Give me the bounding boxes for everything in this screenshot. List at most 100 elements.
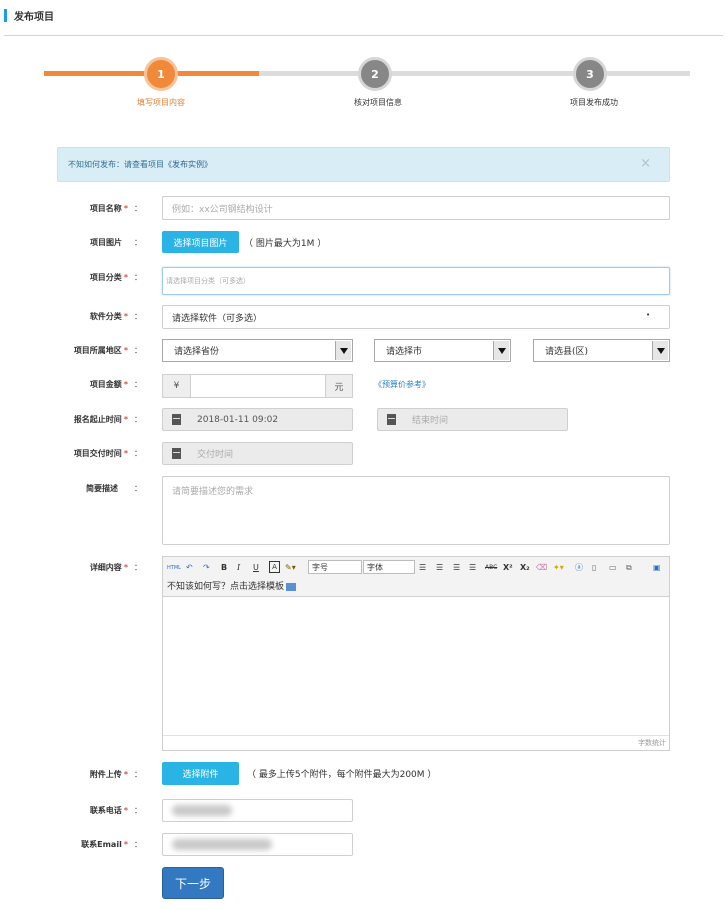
example-link[interactable]: 《发布实例》 xyxy=(164,160,212,169)
detail-label: 详细内容 * xyxy=(89,563,128,572)
anchor-icon[interactable]: ⓐ xyxy=(575,561,583,574)
step-2-label: 核对项目信息 xyxy=(354,98,402,107)
yuan-prefix: ¥ xyxy=(162,374,191,398)
software-label: 软件分类 * xyxy=(89,312,128,321)
colon: ： xyxy=(134,380,142,389)
summary-label: 简要描述 xyxy=(86,484,118,493)
calendar-icon xyxy=(387,414,396,425)
redacted-value xyxy=(172,805,232,816)
template-icon xyxy=(286,582,297,591)
underline-icon[interactable]: U xyxy=(253,561,259,574)
signup-time-label: 报名起止时间 * xyxy=(73,415,128,424)
fullscreen-icon[interactable]: ▣ xyxy=(653,561,661,574)
chevron-down-icon xyxy=(335,341,351,360)
redacted-value xyxy=(172,839,272,850)
chevron-down-icon xyxy=(493,341,509,360)
editor-footer: 字数统计 xyxy=(163,735,669,750)
delivery-time-label: 项目交付时间 * xyxy=(73,449,128,458)
step-1-label: 填写项目内容 xyxy=(137,98,185,107)
colon: ： xyxy=(134,840,142,849)
eraser-icon[interactable]: ⌫ xyxy=(536,561,547,574)
calendar-icon xyxy=(172,448,181,459)
start-time-input[interactable]: 2018-01-11 09:02 xyxy=(162,408,353,431)
colon: ： xyxy=(134,346,142,355)
superscript-icon[interactable]: X² xyxy=(503,561,513,574)
strikethrough-icon[interactable]: ABC xyxy=(485,561,497,574)
project-name-input[interactable]: 例如：xx公司钢结构设计 xyxy=(162,196,670,220)
align-right-icon[interactable]: ☰ xyxy=(453,561,460,574)
attachment-hint: （ 最多上传5个附件，每个附件最大为200M ） xyxy=(247,770,437,780)
colon: ： xyxy=(134,563,142,572)
select-attachment-button[interactable]: 选择附件 xyxy=(162,762,239,785)
align-center-icon[interactable]: ☰ xyxy=(436,561,443,574)
justify-icon[interactable]: ☰ xyxy=(469,561,476,574)
close-icon[interactable]: × xyxy=(640,156,651,171)
phone-input[interactable] xyxy=(162,799,353,822)
highlight-icon[interactable]: ✎▾ xyxy=(285,561,296,574)
colon: ： xyxy=(134,484,142,493)
header-divider xyxy=(4,35,723,36)
name-label: 项目名称 * xyxy=(89,204,128,213)
colon: ： xyxy=(134,273,142,282)
alert-message: 不知如何发布：请查看项目 xyxy=(68,160,164,169)
amount-input[interactable] xyxy=(190,374,326,398)
template-select-link[interactable]: 不知该如何写？点击选择模板 xyxy=(167,579,297,592)
font-size-select[interactable]: 字号 xyxy=(308,560,362,574)
email-input[interactable] xyxy=(162,833,353,856)
colon: ： xyxy=(134,806,142,815)
redo-icon[interactable]: ↷ xyxy=(203,561,210,574)
alert-text: 不知如何发布：请查看项目《发布实例》 xyxy=(68,159,212,170)
step-2-circle: 2 xyxy=(358,57,392,91)
colon: ： xyxy=(134,415,142,424)
font-family-select[interactable]: 字体 xyxy=(363,560,415,574)
end-time-input[interactable]: 结束时间 xyxy=(377,408,568,431)
email-label: 联系Email * xyxy=(81,840,128,849)
page-icon[interactable]: ▯ xyxy=(592,561,596,574)
amount-label: 项目金额 * xyxy=(89,380,128,389)
rich-text-editor[interactable]: HTML ↶ ↷ B I U A ✎▾ 字号 字体 ☰ ☰ ☰ ☰ ABC X²… xyxy=(162,556,670,751)
bold-icon[interactable]: B xyxy=(221,561,227,574)
summary-textarea[interactable]: 请简要描述您的需求 xyxy=(162,476,670,545)
county-select[interactable]: 请选县(区) xyxy=(533,339,670,362)
title-accent-bar xyxy=(4,9,7,22)
image-label: 项目图片 xyxy=(90,238,122,247)
info-alert: 不知如何发布：请查看项目《发布实例》 × xyxy=(57,147,670,182)
colon: ： xyxy=(134,204,142,213)
chevron-down-icon xyxy=(652,341,668,360)
subscript-icon[interactable]: X₂ xyxy=(520,561,530,574)
dropdown-dot-icon: • xyxy=(646,311,651,319)
step-3-circle: 3 xyxy=(573,57,607,91)
colon: ： xyxy=(134,312,142,321)
word-count: 字数统计 xyxy=(638,739,666,747)
page-title: 发布项目 xyxy=(14,12,54,23)
region-label: 项目所属地区 * xyxy=(73,346,128,355)
colon: ： xyxy=(134,449,142,458)
align-left-icon[interactable]: ☰ xyxy=(419,561,426,574)
horizontal-rule-icon[interactable]: ▭ xyxy=(609,561,617,574)
editor-toolbar: HTML ↶ ↷ B I U A ✎▾ 字号 字体 ☰ ☰ ☰ ☰ ABC X²… xyxy=(163,557,669,597)
yuan-suffix: 元 xyxy=(325,374,353,398)
province-select[interactable]: 请选择省份 xyxy=(162,339,353,362)
undo-icon[interactable]: ↶ xyxy=(186,561,193,574)
calendar-icon xyxy=(172,414,181,425)
software-select[interactable]: 请选择软件（可多选） xyxy=(162,305,670,329)
category-input[interactable]: 请选择项目分类（可多选） xyxy=(162,267,670,295)
phone-label: 联系电话 * xyxy=(89,806,128,815)
html-source-icon[interactable]: HTML xyxy=(167,561,181,574)
step-1-circle: 1 xyxy=(144,57,178,91)
delivery-time-input[interactable]: 交付时间 xyxy=(162,442,353,465)
magic-icon[interactable]: ✦▾ xyxy=(553,561,564,574)
italic-icon[interactable]: I xyxy=(237,561,240,574)
link-icon[interactable]: ⧉ xyxy=(626,561,632,574)
budget-reference-link[interactable]: 《预算价参考》 xyxy=(374,379,430,390)
step-3-label: 项目发布成功 xyxy=(570,98,618,107)
select-image-button[interactable]: 选择项目图片 xyxy=(162,231,239,253)
city-select[interactable]: 请选择市 xyxy=(374,339,511,362)
next-step-button[interactable]: 下一步 xyxy=(162,867,224,899)
category-label: 项目分类 * xyxy=(89,273,128,282)
font-color-icon[interactable]: A xyxy=(269,561,280,573)
colon: ： xyxy=(134,770,142,779)
attachment-label: 附件上传 * xyxy=(89,770,128,779)
image-hint: （ 图片最大为1M ） xyxy=(244,239,327,249)
colon: ： xyxy=(134,238,142,247)
